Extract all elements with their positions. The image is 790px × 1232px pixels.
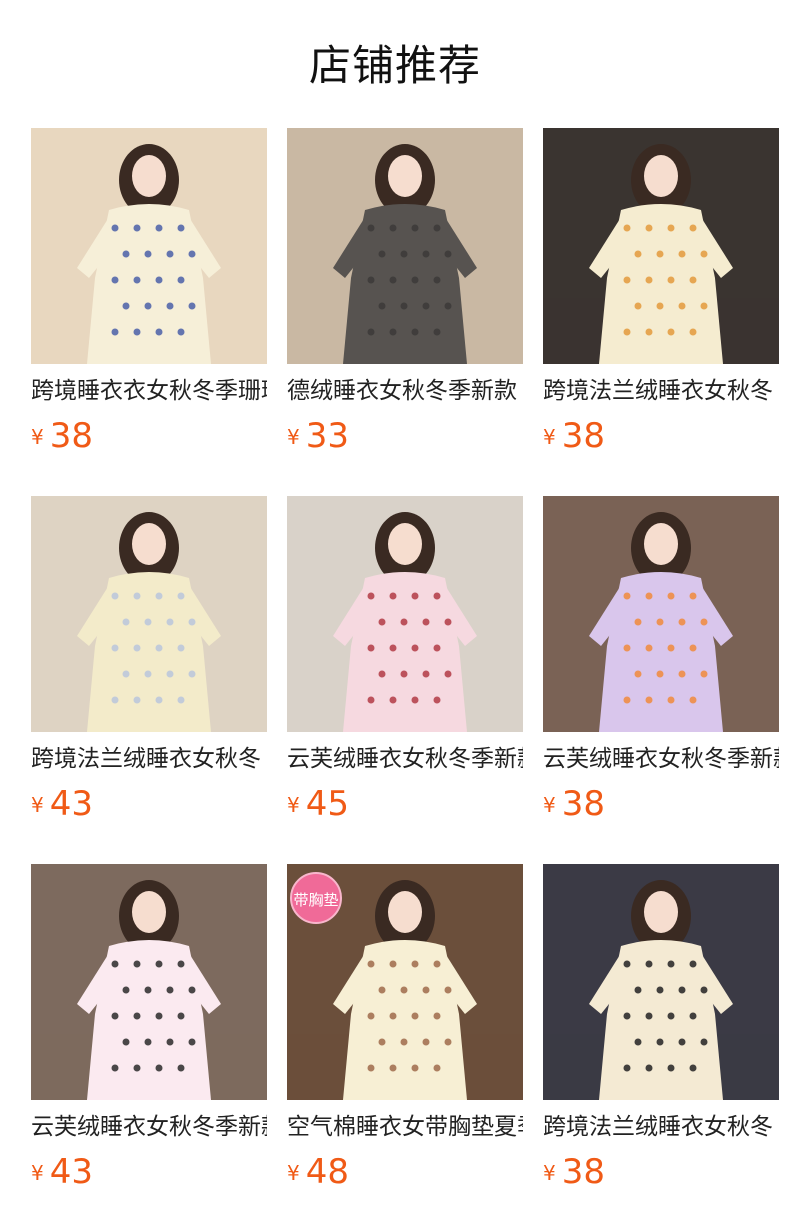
product-name[interactable]: 空气棉睡衣女带胸垫夏季 (287, 1111, 523, 1143)
product-grid: 跨境睡衣衣女秋冬季珊瑚绒 ¥38 德绒睡衣女秋冬季新款 ¥33 跨境法兰绒睡衣女秋冬 ¥3… (31, 128, 779, 1192)
product-image[interactable] (543, 864, 779, 1100)
product-price: ¥33 (287, 414, 349, 458)
product-price: ¥48 (287, 1150, 349, 1194)
currency-symbol: ¥ (287, 425, 300, 449)
product-price: ¥43 (31, 782, 93, 826)
currency-symbol: ¥ (287, 1161, 300, 1185)
product-photo (287, 128, 523, 364)
price-value: 38 (561, 416, 605, 456)
product-image[interactable]: 带胸垫 (287, 864, 523, 1100)
currency-symbol: ¥ (543, 793, 556, 817)
page-title: 店铺推荐 (308, 41, 481, 90)
currency-symbol: ¥ (543, 1161, 556, 1185)
product-name[interactable]: 云芙绒睡衣女秋冬季新款 (31, 1111, 267, 1143)
product-photo (543, 864, 779, 1100)
product-name[interactable]: 跨境法兰绒睡衣女秋冬 (543, 1111, 779, 1143)
product-card[interactable]: 跨境法兰绒睡衣女秋冬 ¥38 (543, 864, 779, 1192)
currency-symbol: ¥ (31, 425, 44, 449)
price-value: 38 (561, 1152, 605, 1192)
product-price: ¥38 (543, 414, 605, 458)
product-photo (31, 864, 267, 1100)
product-photo (543, 496, 779, 732)
price-value: 48 (305, 1152, 349, 1192)
product-card[interactable]: 跨境睡衣衣女秋冬季珊瑚绒 ¥38 (31, 128, 267, 456)
product-name[interactable]: 云芙绒睡衣女秋冬季新款 (287, 743, 523, 775)
feature-badge: 带胸垫 (290, 872, 342, 924)
product-price: ¥38 (543, 782, 605, 826)
price-value: 38 (49, 416, 93, 456)
price-value: 33 (305, 416, 349, 456)
product-card[interactable]: 带胸垫空气棉睡衣女带胸垫夏季 ¥48 (287, 864, 523, 1192)
product-card[interactable]: 云芙绒睡衣女秋冬季新款 ¥38 (543, 496, 779, 824)
product-card[interactable]: 云芙绒睡衣女秋冬季新款 ¥43 (31, 864, 267, 1192)
product-name[interactable]: 跨境法兰绒睡衣女秋冬 (543, 375, 779, 407)
product-name[interactable]: 跨境法兰绒睡衣女秋冬 (31, 743, 267, 775)
product-image[interactable] (287, 496, 523, 732)
product-image[interactable] (31, 496, 267, 732)
product-price: ¥45 (287, 782, 349, 826)
currency-symbol: ¥ (31, 793, 44, 817)
product-price: ¥43 (31, 1150, 93, 1194)
price-value: 38 (561, 784, 605, 824)
price-value: 45 (305, 784, 349, 824)
product-image[interactable] (287, 128, 523, 364)
product-image[interactable] (543, 496, 779, 732)
product-image[interactable] (31, 128, 267, 364)
price-value: 43 (49, 1152, 93, 1192)
product-photo (31, 496, 267, 732)
currency-symbol: ¥ (31, 1161, 44, 1185)
product-image[interactable] (31, 864, 267, 1100)
price-value: 43 (49, 784, 93, 824)
product-card[interactable]: 云芙绒睡衣女秋冬季新款 ¥45 (287, 496, 523, 824)
currency-symbol: ¥ (543, 425, 556, 449)
product-photo (31, 128, 267, 364)
product-card[interactable]: 跨境法兰绒睡衣女秋冬 ¥43 (31, 496, 267, 824)
currency-symbol: ¥ (287, 793, 300, 817)
product-price: ¥38 (543, 1150, 605, 1194)
product-card[interactable]: 德绒睡衣女秋冬季新款 ¥33 (287, 128, 523, 456)
product-name[interactable]: 跨境睡衣衣女秋冬季珊瑚绒 (31, 375, 267, 407)
product-image[interactable] (543, 128, 779, 364)
product-name[interactable]: 云芙绒睡衣女秋冬季新款 (543, 743, 779, 775)
product-photo (543, 128, 779, 364)
product-photo (287, 496, 523, 732)
product-price: ¥38 (31, 414, 93, 458)
product-name[interactable]: 德绒睡衣女秋冬季新款 (287, 375, 523, 407)
product-card[interactable]: 跨境法兰绒睡衣女秋冬 ¥38 (543, 128, 779, 456)
